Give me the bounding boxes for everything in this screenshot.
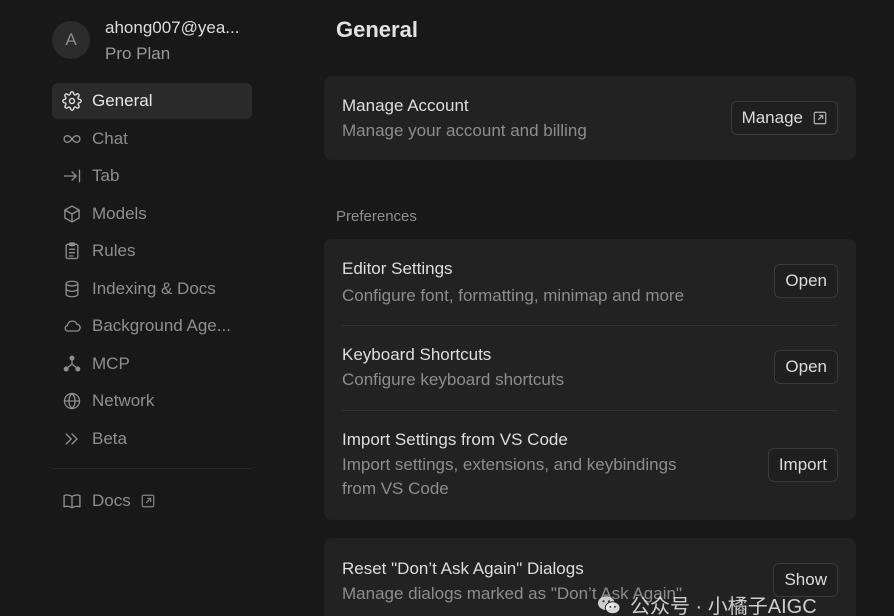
sidebar-item-label: General: [92, 91, 153, 110]
editor-settings-open-button[interactable]: Open: [774, 264, 838, 298]
sidebar-item-label: Chat: [92, 128, 128, 148]
globe-icon: [61, 390, 83, 412]
sidebar: A ahong007@yea... Pro Plan General Chat: [0, 0, 300, 616]
database-icon: [61, 278, 83, 300]
wechat-icon: [598, 595, 621, 614]
avatar: A: [52, 21, 90, 59]
account-email: ahong007@yea...: [105, 18, 240, 37]
watermark-text: 公众号 · 小橘子AIGC: [630, 596, 817, 616]
external-link-icon: [141, 494, 155, 508]
button-label: Show: [784, 570, 827, 589]
row-divider: [342, 410, 838, 411]
docs-section: Docs: [52, 483, 252, 521]
sidebar-item-chat[interactable]: Chat: [52, 121, 252, 157]
sidebar-item-docs[interactable]: Docs: [52, 483, 252, 519]
sidebar-item-label: Indexing & Docs: [92, 278, 216, 298]
preferences-card: Editor Settings Configure font, formatti…: [324, 239, 856, 520]
clipboard-icon: [61, 240, 83, 262]
row-description-line-1: Import settings, extensions, and keybind…: [342, 455, 677, 474]
row-description: Configure keyboard shortcuts: [342, 370, 565, 389]
editor-settings-row: Editor Settings Configure font, formatti…: [324, 259, 856, 308]
button-label: Open: [785, 357, 827, 376]
sidebar-item-label: Network: [92, 391, 155, 410]
sidebar-item-label: Docs: [92, 491, 131, 510]
sidebar-item-beta[interactable]: Beta: [52, 421, 252, 457]
cloud-icon: [61, 315, 83, 337]
row-description-line-2: from VS Code: [342, 479, 449, 498]
row-title: Import Settings from VS Code: [342, 430, 568, 449]
sidebar-item-label: Models: [92, 203, 147, 223]
external-link-icon: [813, 111, 827, 125]
sidebar-item-general[interactable]: General: [52, 83, 252, 119]
network-nodes-icon: [61, 353, 83, 375]
sidebar-item-label: Rules: [92, 241, 136, 260]
keyboard-shortcuts-row: Keyboard Shortcuts Configure keyboard sh…: [324, 345, 856, 392]
row-title: Keyboard Shortcuts: [342, 345, 492, 364]
book-icon: [61, 490, 83, 512]
sidebar-item-label: Beta: [92, 428, 127, 448]
double-chevron-icon: [61, 428, 83, 450]
sidebar-item-rules[interactable]: Rules: [52, 233, 252, 269]
manage-account-row: Manage Account Manage your account and b…: [324, 76, 856, 143]
keyboard-shortcuts-open-button[interactable]: Open: [774, 350, 838, 384]
profile-text: ahong007@yea... Pro Plan: [105, 18, 255, 64]
button-label: Open: [785, 271, 827, 290]
sidebar-item-models[interactable]: Models: [52, 196, 252, 232]
manage-account-button[interactable]: Manage: [730, 101, 838, 135]
sidebar-divider: [52, 468, 252, 469]
row-divider: [342, 325, 838, 326]
plan-label: Pro Plan: [105, 44, 171, 63]
preferences-section-label: Preferences: [336, 208, 417, 225]
sidebar-nav: General Chat Tab Models Rules Indexing &…: [52, 83, 252, 458]
button-label: Manage: [741, 108, 803, 127]
row-title: Reset "Don’t Ask Again" Dialogs: [342, 559, 584, 578]
sidebar-item-tab[interactable]: Tab: [52, 158, 252, 194]
gear-icon: [61, 90, 83, 112]
sidebar-item-label: Tab: [92, 166, 120, 185]
account-card: Manage Account Manage your account and b…: [324, 76, 856, 160]
page-title: General: [336, 17, 418, 42]
tab-arrow-icon: [61, 165, 83, 187]
sidebar-item-indexing-docs[interactable]: Indexing & Docs: [52, 271, 252, 307]
row-description: Configure font, formatting, minimap and …: [342, 286, 685, 305]
sidebar-item-label: Background Age...: [92, 316, 231, 335]
import-settings-button[interactable]: Import: [767, 448, 838, 482]
profile[interactable]: A ahong007@yea... Pro Plan: [52, 18, 255, 64]
import-vscode-row: Import Settings from VS Code Import sett…: [324, 430, 856, 501]
sidebar-item-network[interactable]: Network: [52, 383, 252, 419]
settings-window: A ahong007@yea... Pro Plan General Chat: [0, 0, 894, 616]
watermark: 公众号 · 小橘子AIGC: [596, 590, 817, 616]
infinity-icon: [61, 128, 83, 150]
sidebar-item-label: MCP: [92, 353, 130, 373]
button-label: Import: [778, 455, 827, 474]
sidebar-item-background-agents[interactable]: Background Age...: [52, 308, 252, 344]
row-title: Editor Settings: [342, 259, 453, 278]
cube-icon: [61, 203, 83, 225]
sidebar-item-mcp[interactable]: MCP: [52, 346, 252, 382]
